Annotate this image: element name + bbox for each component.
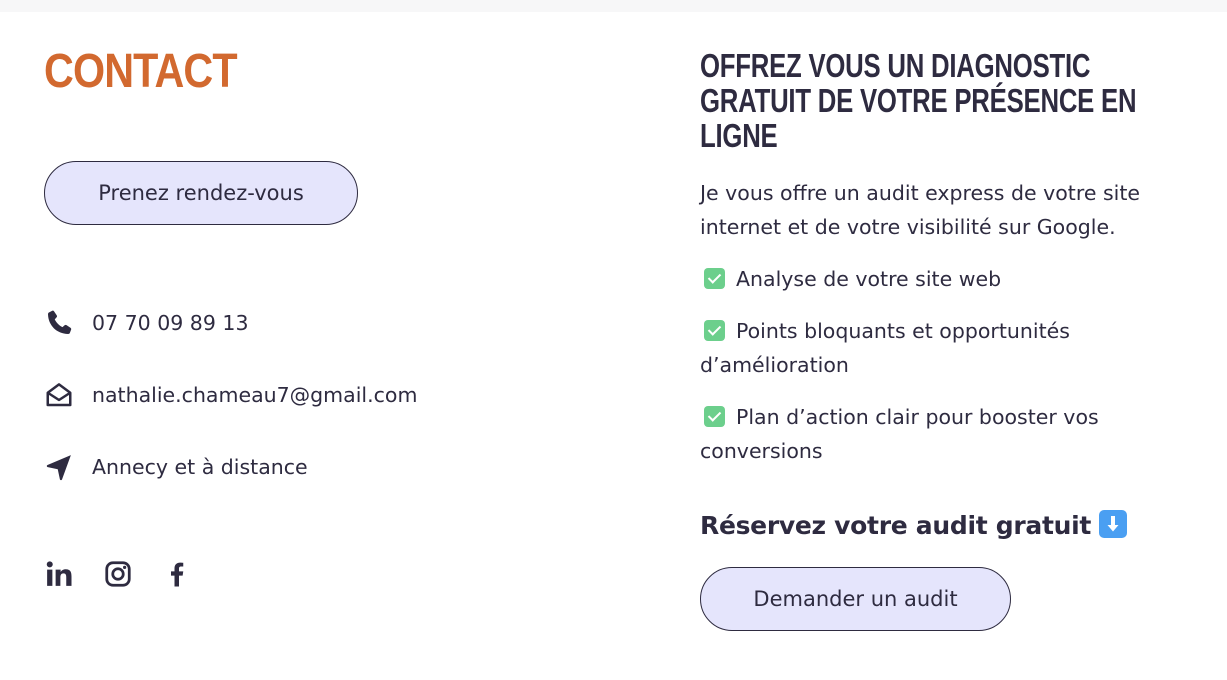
check-mark-icon: [704, 268, 725, 289]
cta-heading: Réservez votre audit gratuit: [700, 508, 1128, 544]
linkedin-icon[interactable]: [42, 557, 76, 591]
facebook-icon[interactable]: [160, 557, 194, 591]
cta-heading-text: Réservez votre audit gratuit: [700, 511, 1092, 540]
phone-number: 07 70 09 89 13: [92, 311, 249, 335]
location-arrow-icon: [43, 451, 75, 483]
phone-row[interactable]: 07 70 09 89 13: [43, 306, 249, 340]
contact-title: CONTACT: [44, 45, 238, 98]
list-item: Points bloquants et opportunités d’améli…: [700, 314, 1220, 382]
phone-icon: [43, 307, 75, 339]
location-row: Annecy et à distance: [43, 450, 308, 484]
email-address: nathalie.chameau7@gmail.com: [92, 383, 418, 407]
check-mark-icon: [704, 320, 725, 341]
list-item-text: Analyse de votre site web: [736, 267, 1002, 291]
appointment-button[interactable]: Prenez rendez-vous: [44, 161, 358, 225]
top-band: [0, 0, 1227, 12]
check-mark-icon: [704, 406, 725, 427]
list-item-text: Plan d’action clair pour booster vos con…: [700, 405, 1099, 463]
email-row[interactable]: nathalie.chameau7@gmail.com: [43, 378, 417, 412]
envelope-open-icon: [43, 379, 75, 411]
instagram-icon[interactable]: [101, 557, 135, 591]
down-arrow-icon: [1099, 510, 1128, 538]
location-text: Annecy et à distance: [92, 455, 308, 479]
list-item: Plan d’action clair pour booster vos con…: [700, 400, 1220, 468]
list-item: Analyse de votre site web: [700, 262, 1220, 296]
offer-title: OFFREZ VOUS UN DIAGNOSTIC GRATUIT DE VOT…: [700, 47, 1137, 154]
request-audit-button[interactable]: Demander un audit: [700, 567, 1011, 631]
offer-intro: Je vous offre un audit express de votre …: [700, 181, 1140, 239]
list-item-text: Points bloquants et opportunités d’améli…: [700, 319, 1070, 377]
